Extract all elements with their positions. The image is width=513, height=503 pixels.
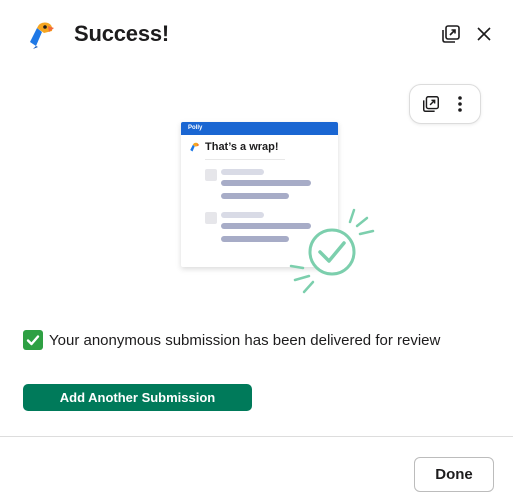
success-modal: Success! Polly That’s a wrap! Your anony… bbox=[0, 0, 513, 503]
confirmation-text: Your anonymous submission has been deliv… bbox=[49, 331, 441, 349]
modal-title: Success! bbox=[74, 21, 170, 46]
close-icon bbox=[477, 27, 491, 41]
popout-button[interactable] bbox=[438, 21, 464, 47]
success-illustration: Polly That’s a wrap! bbox=[170, 110, 380, 295]
message-actions-toolbar bbox=[409, 84, 481, 124]
polly-logo-icon bbox=[24, 18, 56, 50]
more-actions-button[interactable] bbox=[447, 91, 473, 117]
done-button[interactable]: Done bbox=[414, 457, 494, 492]
check-mark-icon bbox=[23, 330, 43, 350]
add-another-submission-button[interactable]: Add Another Submission bbox=[23, 384, 252, 411]
more-vertical-icon bbox=[457, 96, 462, 112]
close-button[interactable] bbox=[471, 21, 497, 47]
toolbar-popout-button[interactable] bbox=[418, 91, 444, 117]
popout-icon bbox=[422, 96, 439, 112]
celebration-check-icon bbox=[289, 208, 375, 294]
footer-divider bbox=[0, 436, 513, 437]
popout-icon bbox=[442, 25, 460, 43]
confirmation-message: Your anonymous submission has been deliv… bbox=[23, 330, 440, 350]
